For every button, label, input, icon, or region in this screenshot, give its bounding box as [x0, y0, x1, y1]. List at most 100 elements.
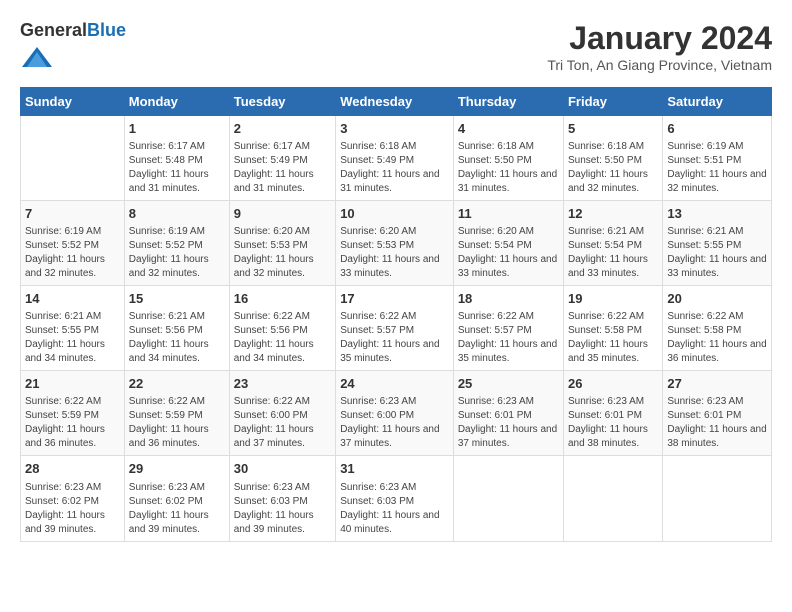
- calendar-cell: 29 Sunrise: 6:23 AMSunset: 6:02 PMDayligh…: [124, 456, 229, 541]
- calendar-cell: 8 Sunrise: 6:19 AMSunset: 5:52 PMDaylight…: [124, 200, 229, 285]
- calendar-cell: 19Sunrise: 6:22 AMSunset: 5:58 PMDayligh…: [563, 285, 662, 370]
- subtitle: Tri Ton, An Giang Province, Vietnam: [547, 57, 772, 73]
- calendar-cell: 25 Sunrise: 6:23 AMSunset: 6:01 PMDayligh…: [453, 371, 563, 456]
- day-number: 15: [129, 290, 225, 308]
- day-number: 23: [234, 375, 331, 393]
- day-number: 29: [129, 460, 225, 478]
- calendar-cell: 21Sunrise: 6:22 AMSunset: 5:59 PMDayligh…: [21, 371, 125, 456]
- day-of-week-saturday: Saturday: [663, 87, 772, 115]
- day-number: 26: [568, 375, 658, 393]
- day-info: Sunrise: 6:17 AMSunset: 5:49 PMDaylight:…: [234, 140, 331, 196]
- day-number: 28: [25, 460, 120, 478]
- logo-general: General: [20, 20, 87, 40]
- day-number: 3: [340, 120, 449, 138]
- logo: GeneralBlue: [20, 20, 126, 77]
- day-number: 8: [129, 205, 225, 223]
- day-of-week-monday: Monday: [124, 87, 229, 115]
- day-info: Sunrise: 6:19 AMSunset: 5:52 PMDaylight:…: [25, 225, 120, 281]
- day-info: Sunrise: 6:23 AMSunset: 6:01 PMDaylight:…: [458, 395, 559, 451]
- logo-blue: Blue: [87, 20, 126, 40]
- calendar-cell: [21, 115, 125, 200]
- main-title: January 2024: [547, 20, 772, 57]
- calendar-cell: 13 Sunrise: 6:21 AMSunset: 5:55 PMDayligh…: [663, 200, 772, 285]
- calendar-cell: 4 Sunrise: 6:18 AMSunset: 5:50 PMDaylight…: [453, 115, 563, 200]
- calendar-cell: 16 Sunrise: 6:22 AMSunset: 5:56 PMDayligh…: [229, 285, 335, 370]
- day-info: Sunrise: 6:21 AMSunset: 5:55 PMDaylight:…: [25, 310, 120, 366]
- calendar-cell: 24 Sunrise: 6:23 AMSunset: 6:00 PMDayligh…: [336, 371, 454, 456]
- day-info: Sunrise: 6:22 AMSunset: 5:57 PMDaylight:…: [458, 310, 559, 366]
- day-number: 2: [234, 120, 331, 138]
- day-number: 11: [458, 205, 559, 223]
- day-info: Sunrise: 6:22 AMSunset: 6:00 PMDaylight:…: [234, 395, 331, 451]
- day-info: Sunrise: 6:19 AMSunset: 5:52 PMDaylight:…: [129, 225, 225, 281]
- calendar-week-row: 7 Sunrise: 6:19 AMSunset: 5:52 PMDaylight…: [21, 200, 772, 285]
- calendar-cell: 7 Sunrise: 6:19 AMSunset: 5:52 PMDaylight…: [21, 200, 125, 285]
- calendar-cell: 18 Sunrise: 6:22 AMSunset: 5:57 PMDayligh…: [453, 285, 563, 370]
- day-info: Sunrise: 6:23 AMSunset: 6:00 PMDaylight:…: [340, 395, 449, 451]
- day-info: Sunrise: 6:21 AMSunset: 5:55 PMDaylight:…: [667, 225, 767, 281]
- day-number: 24: [340, 375, 449, 393]
- day-info: Sunrise: 6:18 AMSunset: 5:49 PMDaylight:…: [340, 140, 449, 196]
- day-info: Sunrise: 6:23 AMSunset: 6:02 PMDaylight:…: [25, 481, 120, 537]
- calendar-cell: 1 Sunrise: 6:17 AMSunset: 5:48 PMDaylight…: [124, 115, 229, 200]
- calendar-cell: 31 Sunrise: 6:23 AMSunset: 6:03 PMDayligh…: [336, 456, 454, 541]
- day-info: Sunrise: 6:17 AMSunset: 5:48 PMDaylight:…: [129, 140, 225, 196]
- calendar-cell: 2 Sunrise: 6:17 AMSunset: 5:49 PMDaylight…: [229, 115, 335, 200]
- day-of-week-wednesday: Wednesday: [336, 87, 454, 115]
- day-number: 25: [458, 375, 559, 393]
- calendar-cell: 5Sunrise: 6:18 AMSunset: 5:50 PMDaylight…: [563, 115, 662, 200]
- calendar-cell: 12Sunrise: 6:21 AMSunset: 5:54 PMDayligh…: [563, 200, 662, 285]
- logo-icon: [22, 42, 52, 72]
- day-number: 10: [340, 205, 449, 223]
- day-info: Sunrise: 6:20 AMSunset: 5:53 PMDaylight:…: [340, 225, 449, 281]
- day-info: Sunrise: 6:19 AMSunset: 5:51 PMDaylight:…: [667, 140, 767, 196]
- calendar-cell: 6 Sunrise: 6:19 AMSunset: 5:51 PMDaylight…: [663, 115, 772, 200]
- calendar-header-row: SundayMondayTuesdayWednesdayThursdayFrid…: [21, 87, 772, 115]
- calendar-cell: [453, 456, 563, 541]
- day-number: 5: [568, 120, 658, 138]
- day-info: Sunrise: 6:23 AMSunset: 6:03 PMDaylight:…: [340, 481, 449, 537]
- calendar-cell: 14Sunrise: 6:21 AMSunset: 5:55 PMDayligh…: [21, 285, 125, 370]
- calendar-cell: 22 Sunrise: 6:22 AMSunset: 5:59 PMDayligh…: [124, 371, 229, 456]
- day-info: Sunrise: 6:22 AMSunset: 5:59 PMDaylight:…: [25, 395, 120, 451]
- day-info: Sunrise: 6:20 AMSunset: 5:54 PMDaylight:…: [458, 225, 559, 281]
- day-of-week-tuesday: Tuesday: [229, 87, 335, 115]
- calendar-week-row: 21Sunrise: 6:22 AMSunset: 5:59 PMDayligh…: [21, 371, 772, 456]
- calendar-cell: 9Sunrise: 6:20 AMSunset: 5:53 PMDaylight…: [229, 200, 335, 285]
- day-number: 7: [25, 205, 120, 223]
- day-number: 1: [129, 120, 225, 138]
- calendar-table: SundayMondayTuesdayWednesdayThursdayFrid…: [20, 87, 772, 542]
- calendar-week-row: 28 Sunrise: 6:23 AMSunset: 6:02 PMDayligh…: [21, 456, 772, 541]
- calendar-week-row: 14Sunrise: 6:21 AMSunset: 5:55 PMDayligh…: [21, 285, 772, 370]
- calendar-week-row: 1 Sunrise: 6:17 AMSunset: 5:48 PMDaylight…: [21, 115, 772, 200]
- day-number: 16: [234, 290, 331, 308]
- day-number: 18: [458, 290, 559, 308]
- day-number: 13: [667, 205, 767, 223]
- calendar-cell: 10 Sunrise: 6:20 AMSunset: 5:53 PMDayligh…: [336, 200, 454, 285]
- day-number: 17: [340, 290, 449, 308]
- calendar-cell: 26 Sunrise: 6:23 AMSunset: 6:01 PMDayligh…: [563, 371, 662, 456]
- day-info: Sunrise: 6:23 AMSunset: 6:02 PMDaylight:…: [129, 481, 225, 537]
- day-number: 4: [458, 120, 559, 138]
- calendar-cell: [563, 456, 662, 541]
- day-info: Sunrise: 6:23 AMSunset: 6:03 PMDaylight:…: [234, 481, 331, 537]
- calendar-cell: 23 Sunrise: 6:22 AMSunset: 6:00 PMDayligh…: [229, 371, 335, 456]
- day-info: Sunrise: 6:22 AMSunset: 5:59 PMDaylight:…: [129, 395, 225, 451]
- day-info: Sunrise: 6:18 AMSunset: 5:50 PMDaylight:…: [458, 140, 559, 196]
- day-number: 22: [129, 375, 225, 393]
- day-number: 30: [234, 460, 331, 478]
- calendar-cell: 17Sunrise: 6:22 AMSunset: 5:57 PMDayligh…: [336, 285, 454, 370]
- day-info: Sunrise: 6:21 AMSunset: 5:56 PMDaylight:…: [129, 310, 225, 366]
- day-number: 31: [340, 460, 449, 478]
- day-info: Sunrise: 6:21 AMSunset: 5:54 PMDaylight:…: [568, 225, 658, 281]
- calendar-cell: 28 Sunrise: 6:23 AMSunset: 6:02 PMDayligh…: [21, 456, 125, 541]
- day-of-week-friday: Friday: [563, 87, 662, 115]
- day-info: Sunrise: 6:22 AMSunset: 5:56 PMDaylight:…: [234, 310, 331, 366]
- day-number: 6: [667, 120, 767, 138]
- day-info: Sunrise: 6:23 AMSunset: 6:01 PMDaylight:…: [568, 395, 658, 451]
- title-block: January 2024 Tri Ton, An Giang Province,…: [547, 20, 772, 73]
- calendar-cell: 30 Sunrise: 6:23 AMSunset: 6:03 PMDayligh…: [229, 456, 335, 541]
- calendar-cell: 15 Sunrise: 6:21 AMSunset: 5:56 PMDayligh…: [124, 285, 229, 370]
- day-of-week-thursday: Thursday: [453, 87, 563, 115]
- day-number: 27: [667, 375, 767, 393]
